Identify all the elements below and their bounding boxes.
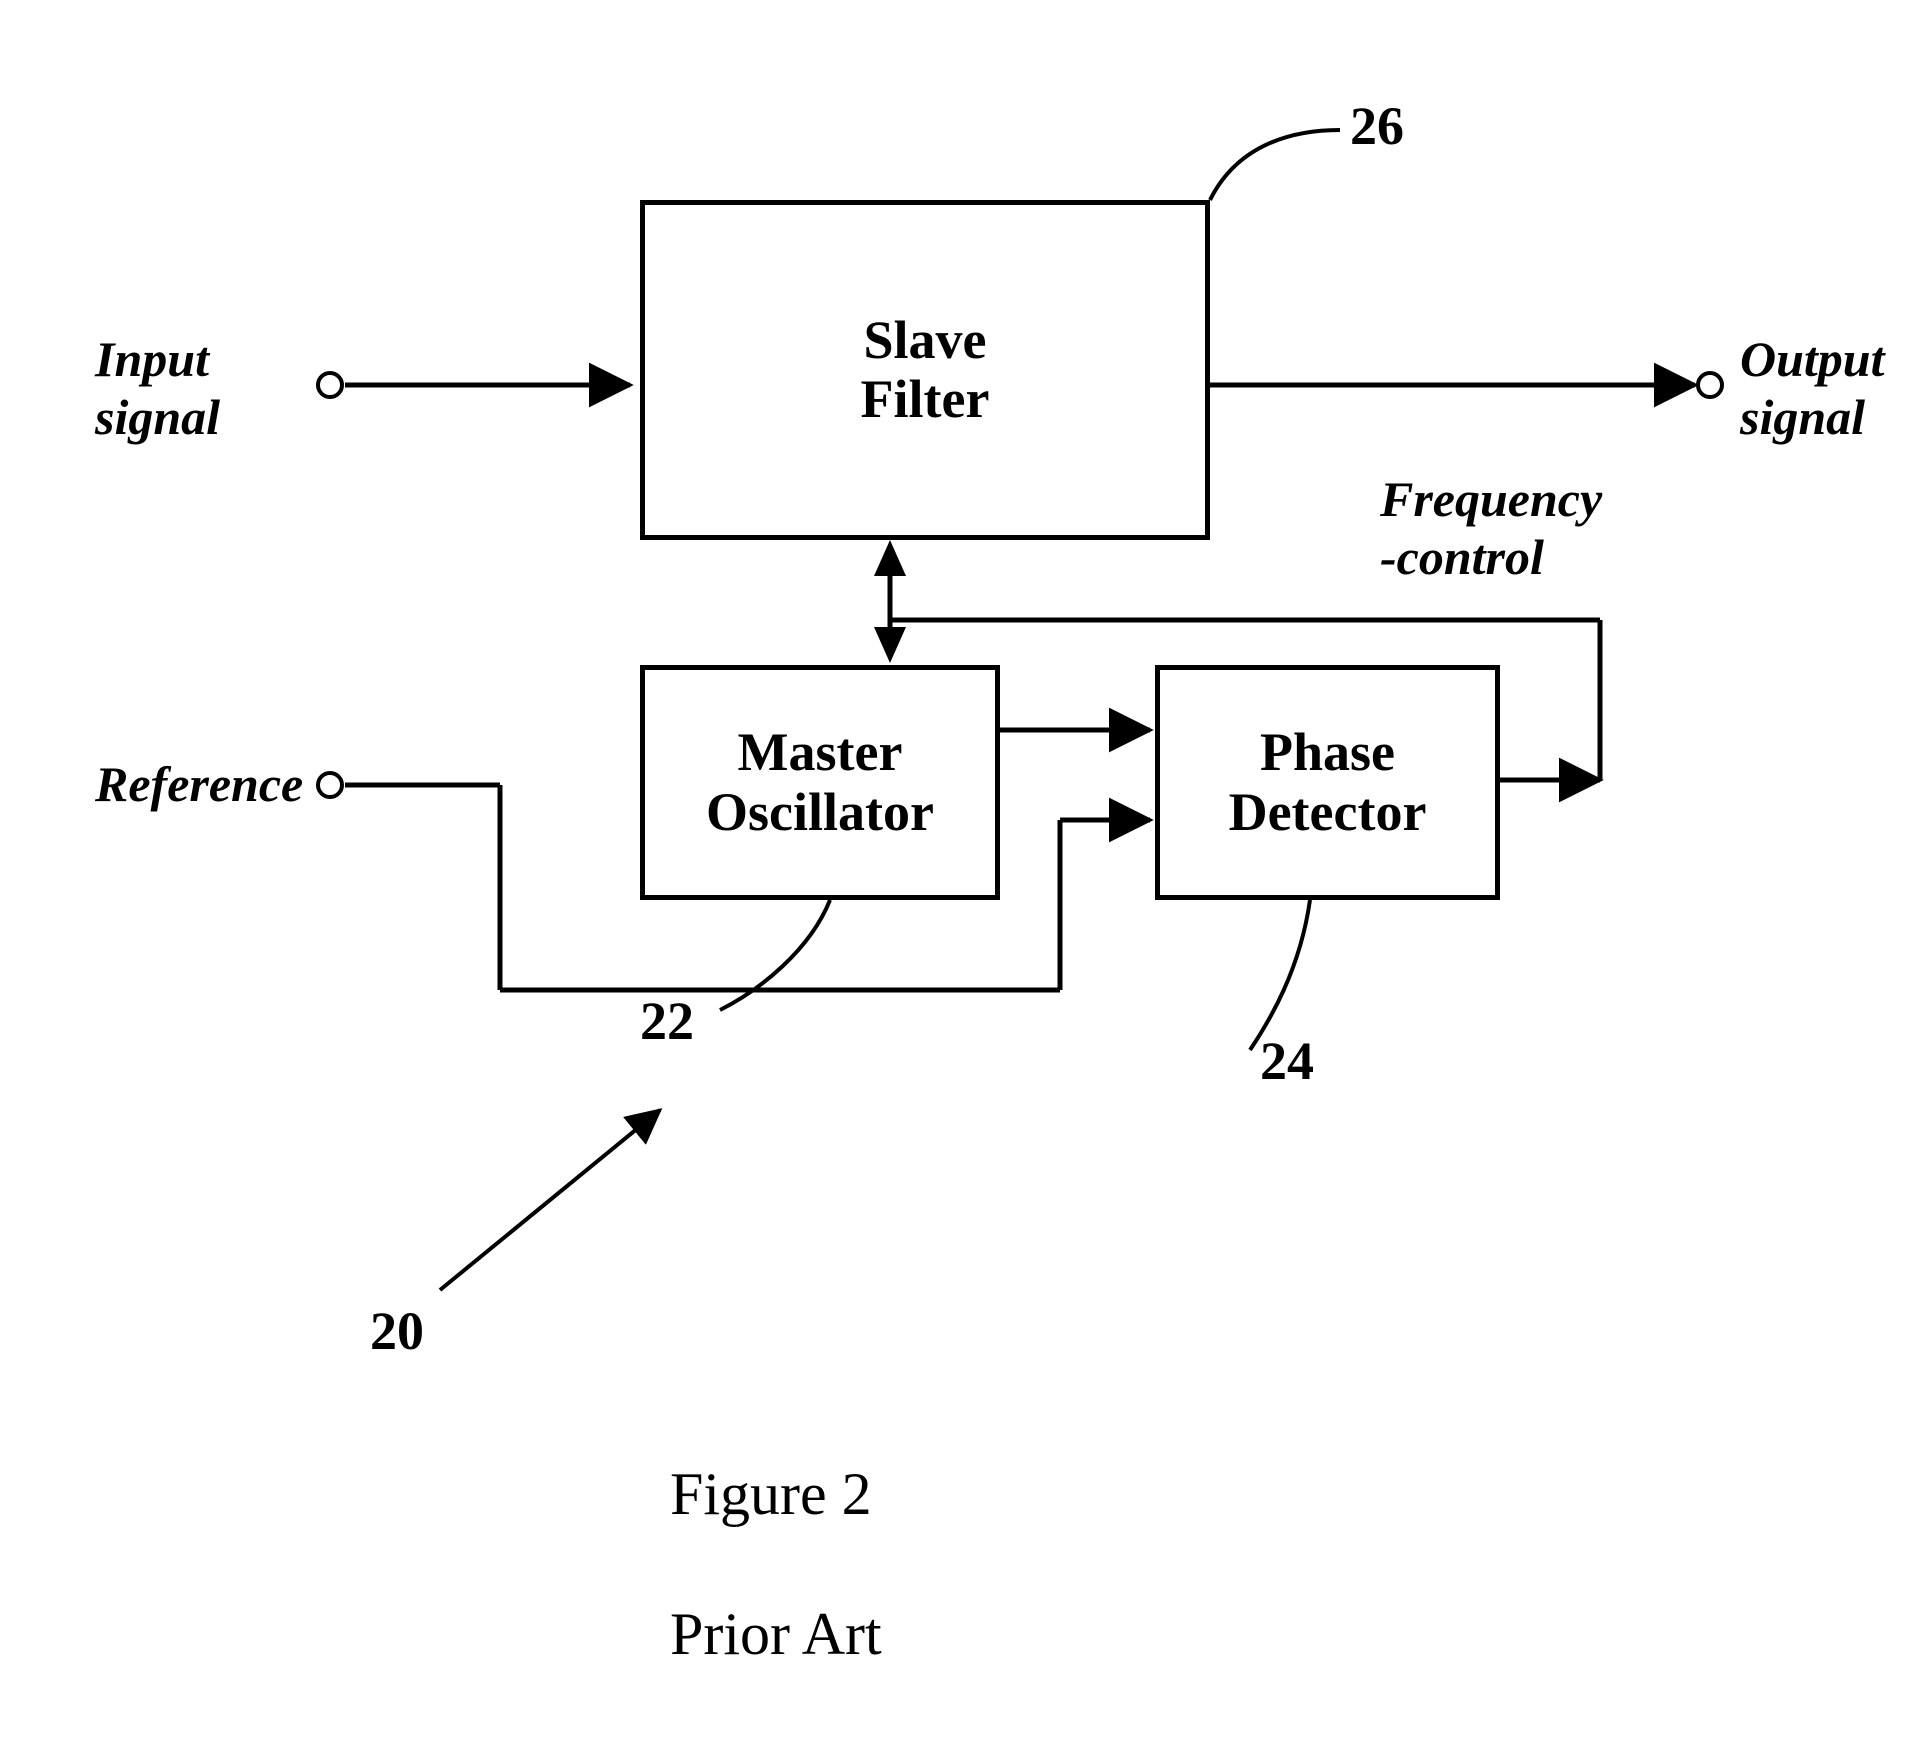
arrowhead-down: [874, 627, 906, 663]
leader-24: [1250, 900, 1310, 1050]
diagram-canvas: Slave Filter Master Oscillator Phase Det…: [0, 0, 1920, 1749]
block-master-oscillator: Master Oscillator: [640, 665, 1000, 900]
caption-line1: Figure 2: [670, 1460, 872, 1529]
refnum-22: 22: [640, 990, 694, 1052]
leader-22: [720, 900, 830, 1010]
block-phase-detector: Phase Detector: [1155, 665, 1500, 900]
reference-terminal: [318, 773, 342, 797]
caption-line2: Prior Art: [670, 1600, 882, 1669]
refnum-26: 26: [1350, 95, 1404, 157]
refnum-24: 24: [1260, 1030, 1314, 1092]
leader-26: [1210, 130, 1340, 200]
arrowhead-up: [874, 540, 906, 576]
block-slave-filter-label: Slave Filter: [861, 311, 990, 430]
output-terminal: [1698, 373, 1722, 397]
label-input: Input signal: [95, 330, 220, 446]
label-reference: Reference: [95, 755, 303, 813]
label-output: Output signal: [1740, 330, 1885, 446]
refnum-20: 20: [370, 1300, 424, 1362]
input-terminal: [318, 373, 342, 397]
leader-20: [440, 1110, 660, 1290]
label-frequency-control: Frequency -control: [1380, 470, 1602, 586]
block-master-oscillator-label: Master Oscillator: [706, 723, 934, 842]
block-slave-filter: Slave Filter: [640, 200, 1210, 540]
block-phase-detector-label: Phase Detector: [1229, 723, 1427, 842]
